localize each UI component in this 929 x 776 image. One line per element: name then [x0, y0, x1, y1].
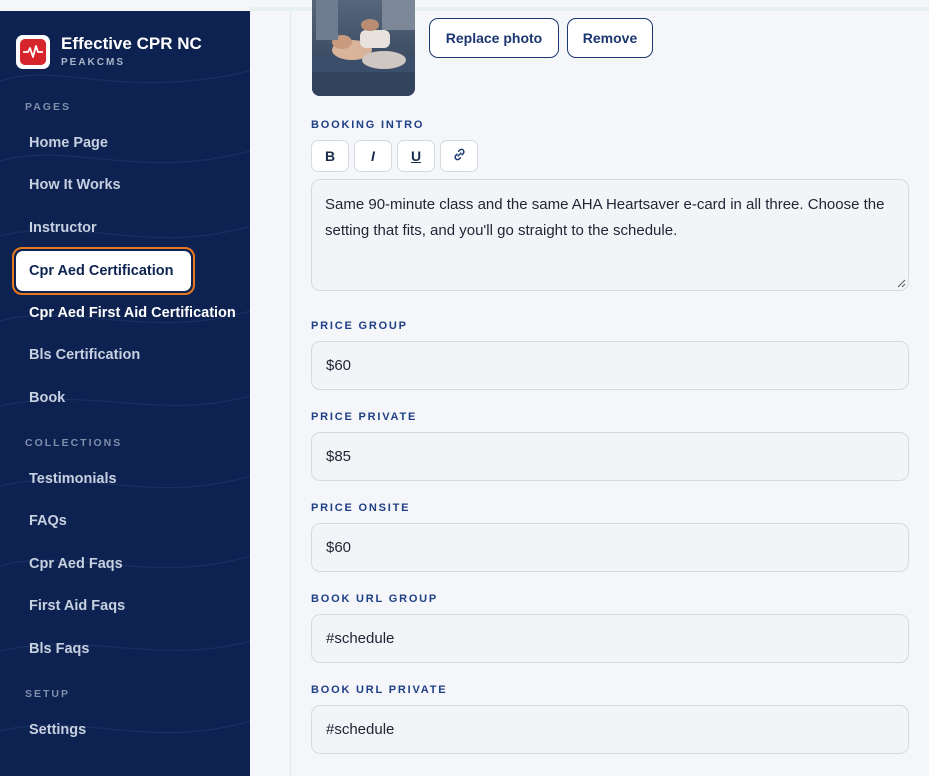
- sidebar-item-bls-faqs[interactable]: Bls Faqs: [29, 641, 89, 657]
- section-label-pages: PAGES: [25, 101, 71, 113]
- italic-button[interactable]: I: [354, 140, 392, 172]
- sidebar: Effective CPR NC PEAKCMS PAGES Home Page…: [0, 11, 250, 776]
- booking-intro-text: Same 90-minute class and the same AHA He…: [325, 196, 885, 239]
- remove-photo-button[interactable]: Remove: [567, 18, 653, 58]
- brand-subtitle: PEAKCMS: [61, 57, 126, 68]
- sidebar-item-book[interactable]: Book: [29, 390, 65, 406]
- book-url-private-label: BOOK URL PRIVATE: [311, 684, 448, 696]
- sidebar-item-first-aid-faqs[interactable]: First Aid Faqs: [29, 598, 125, 614]
- section-label-setup: SETUP: [25, 688, 71, 700]
- bold-button[interactable]: B: [311, 140, 349, 172]
- book-url-private-input[interactable]: #schedule: [311, 705, 909, 754]
- link-button[interactable]: [440, 140, 478, 172]
- underline-button[interactable]: U: [397, 140, 435, 172]
- brand-title: Effective CPR NC: [61, 34, 202, 53]
- sidebar-item-cpr-aed-faqs[interactable]: Cpr Aed Faqs: [29, 556, 123, 572]
- heartbeat-logo-icon: [16, 35, 50, 69]
- book-url-group-label: BOOK URL GROUP: [311, 593, 439, 605]
- sidebar-item-instructor[interactable]: Instructor: [29, 220, 97, 236]
- sidebar-item-settings[interactable]: Settings: [29, 722, 86, 738]
- price-group-label: PRICE GROUP: [311, 320, 408, 332]
- booking-intro-textarea[interactable]: Same 90-minute class and the same AHA He…: [311, 179, 909, 291]
- sidebar-item-bls-certification[interactable]: Bls Certification: [29, 347, 140, 363]
- cpr-photo-thumbnail: [312, 0, 415, 96]
- resize-handle-icon[interactable]: [897, 279, 906, 288]
- section-label-collections: COLLECTIONS: [25, 437, 123, 449]
- sidebar-item-testimonials[interactable]: Testimonials: [29, 471, 117, 487]
- booking-intro-label: BOOKING INTRO: [311, 119, 425, 131]
- price-onsite-label: PRICE ONSITE: [311, 502, 411, 514]
- price-private-label: PRICE PRIVATE: [311, 411, 418, 423]
- sidebar-item-how-it-works[interactable]: How It Works: [29, 177, 121, 193]
- sidebar-item-home-page[interactable]: Home Page: [29, 135, 108, 151]
- sidebar-item-label: Cpr Aed Certification: [16, 251, 191, 291]
- content-divider: [290, 11, 291, 776]
- sidebar-item-cpr-aed-first-aid-certification[interactable]: Cpr Aed First Aid Certification: [29, 305, 236, 321]
- brand[interactable]: Effective CPR NC PEAKCMS: [16, 35, 202, 69]
- sidebar-item-faqs[interactable]: FAQs: [29, 513, 67, 529]
- replace-photo-button[interactable]: Replace photo: [429, 18, 559, 58]
- price-onsite-input[interactable]: $60: [311, 523, 909, 572]
- link-icon: [452, 147, 467, 165]
- sidebar-item-cpr-aed-certification[interactable]: Cpr Aed Certification: [12, 247, 195, 295]
- price-group-input[interactable]: $60: [311, 341, 909, 390]
- book-url-group-input[interactable]: #schedule: [311, 614, 909, 663]
- price-private-input[interactable]: $85: [311, 432, 909, 481]
